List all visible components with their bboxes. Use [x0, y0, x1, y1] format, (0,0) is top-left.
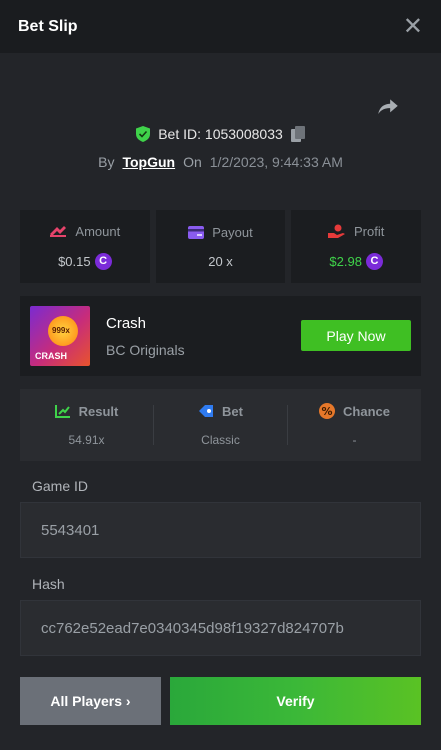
chance-percent-icon: %: [319, 403, 336, 419]
profit-stat: Profit $2.98 C: [291, 210, 422, 283]
bet-label-row: Bet: [198, 404, 243, 419]
game-card: 999x CRASH Crash BC Originals Play Now: [20, 296, 421, 376]
game-id-label: Game ID: [32, 478, 89, 494]
amount-stat: Amount $0.15 C: [20, 210, 150, 283]
game-thumbnail[interactable]: 999x CRASH: [30, 306, 90, 366]
chance-label-row: % Chance: [319, 403, 390, 419]
payout-value-row: 20 x: [208, 254, 233, 269]
bet-type-cell: Bet Classic: [154, 404, 287, 447]
profit-label-row: Profit: [328, 224, 384, 239]
payout-value: 20 x: [208, 253, 233, 269]
on-label: On: [183, 154, 202, 170]
all-players-button[interactable]: All Players ›: [20, 677, 161, 725]
verify-button[interactable]: Verify: [170, 677, 421, 725]
amount-label: Amount: [75, 223, 121, 239]
username-link[interactable]: TopGun: [122, 154, 175, 170]
bet-datetime: 1/2/2023, 9:44:33 AM: [209, 154, 343, 170]
bet-label: Bet: [222, 403, 243, 419]
share-icon[interactable]: [375, 94, 401, 120]
payout-label-row: Payout: [188, 224, 253, 240]
chance-value: -: [352, 433, 357, 447]
thumbnail-title: CRASH: [35, 351, 68, 361]
chance-label: Chance: [343, 403, 390, 419]
game-info: Crash BC Originals: [106, 315, 185, 358]
chance-cell: % Chance -: [288, 403, 421, 447]
bet-tag-icon: [199, 405, 214, 417]
close-icon[interactable]: ✕: [403, 14, 423, 39]
amount-label-row: Amount: [49, 224, 120, 239]
payout-card-icon: [188, 225, 205, 239]
coin-icon: C: [94, 252, 112, 270]
all-players-label: All Players: [50, 693, 123, 709]
bet-id: Bet ID: 1053008033: [158, 126, 283, 142]
page-title: Bet Slip: [18, 17, 78, 35]
hash-field[interactable]: cc762e52ead7e0340345d98f19327d824707b: [20, 600, 421, 656]
bet-result-panel: Result 54.91x Bet Classic % Chance -: [20, 389, 421, 461]
by-label: By: [98, 154, 115, 170]
bet-stats: Amount $0.15 C Payout 20 x Profit $2.98 …: [20, 210, 422, 283]
profit-value: $2.98: [329, 253, 362, 269]
svg-text:%: %: [322, 405, 333, 418]
verified-shield-icon: [136, 126, 151, 142]
amount-value-row: $0.15 C: [58, 252, 112, 270]
profit-hand-icon: [328, 224, 345, 238]
bet-author-row: By TopGun On 1/2/2023, 9:44:33 AM: [0, 154, 441, 170]
profit-value-row: $2.98 C: [329, 252, 383, 270]
amount-value: $0.15: [58, 253, 91, 269]
payout-stat: Payout 20 x: [155, 210, 286, 283]
play-now-button[interactable]: Play Now: [301, 320, 411, 351]
game-name[interactable]: Crash: [106, 315, 185, 332]
result-cell: Result 54.91x: [20, 404, 153, 447]
result-chart-icon: [54, 405, 70, 418]
header-bar: Bet Slip ✕: [0, 0, 441, 53]
game-id-field[interactable]: 5543401: [20, 502, 421, 558]
bet-value: Classic: [201, 432, 240, 447]
game-provider: BC Originals: [106, 341, 185, 358]
profit-label: Profit: [354, 223, 385, 239]
result-value: 54.91x: [68, 432, 105, 447]
coin-icon: C: [365, 252, 383, 270]
amount-icon: [50, 226, 67, 237]
thumbnail-multiplier: 999x: [52, 326, 70, 335]
chevron-right-icon: ›: [125, 693, 131, 709]
hash-label: Hash: [32, 576, 65, 592]
result-label-row: Result: [54, 403, 119, 419]
payout-label: Payout: [212, 224, 253, 240]
result-label: Result: [78, 403, 119, 419]
bet-id-row: Bet ID: 1053008033: [0, 126, 441, 142]
copy-icon[interactable]: [290, 126, 305, 142]
